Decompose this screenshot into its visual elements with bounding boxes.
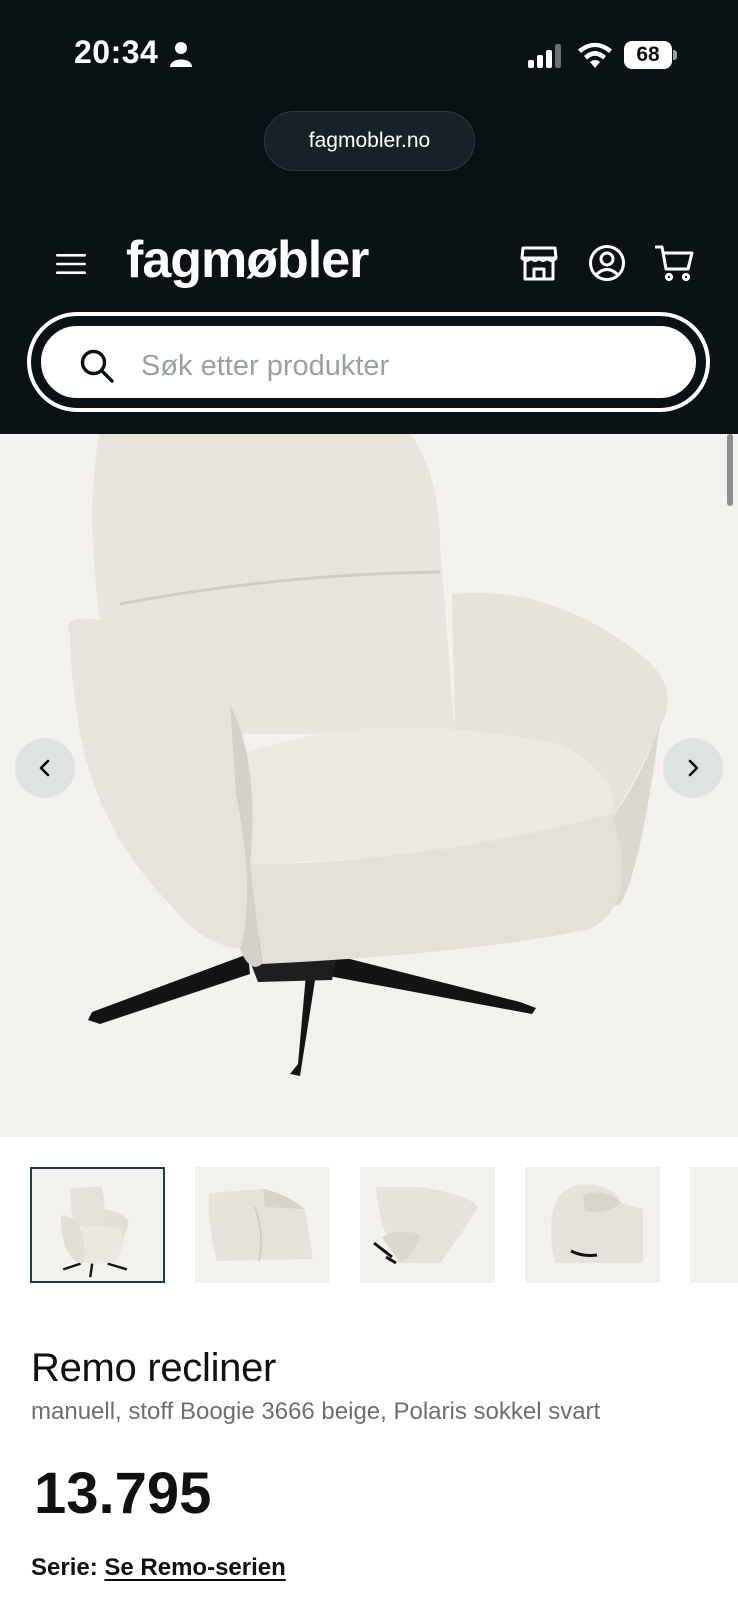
store-icon[interactable] [520,244,558,282]
site-logo[interactable]: fagmøbler [126,230,369,290]
browser-url-bar: fagmobler.no [0,100,738,210]
gallery-next-button[interactable] [663,738,723,798]
thumbnail-image [373,1187,478,1265]
cart-icon[interactable] [655,244,695,282]
thumbnail-image [551,1184,643,1263]
menu-icon[interactable] [56,252,86,276]
search-input[interactable] [141,340,661,392]
thumbnail-1[interactable] [30,1167,165,1283]
page-scrollbar[interactable] [727,434,733,506]
chevron-left-icon [39,759,50,777]
series-link[interactable]: Se Remo-serien [104,1554,285,1581]
product-gallery[interactable] [0,434,738,1137]
gallery-prev-button[interactable] [15,738,75,798]
search-box[interactable] [37,322,700,402]
wifi-icon [578,42,612,68]
thumbnail-2[interactable] [195,1167,330,1283]
product-variant: manuell, stoff Boogie 3666 beige, Polari… [31,1398,601,1425]
thumbnail-image [208,1189,313,1262]
thumbnail-4[interactable] [525,1167,660,1283]
account-icon[interactable] [588,244,626,282]
product-image [68,434,668,1076]
status-bar: 20:34 68 [0,0,738,100]
product-title: Remo recliner [31,1346,277,1390]
search-icon [80,349,114,383]
search-outline [27,312,710,412]
signal-icon [528,44,561,68]
product-price: 13.795 [34,1461,212,1526]
battery-cap [673,50,677,60]
thumbnail-strip [0,1167,738,1283]
battery-level: 68 [624,41,672,69]
series-label: Serie: [31,1554,98,1581]
thumbnail-3[interactable] [360,1167,495,1283]
thumbnail-image [60,1186,129,1278]
chevron-right-icon [688,759,699,777]
battery-icon: 68 [624,41,677,69]
url-pill[interactable]: fagmobler.no [264,111,475,171]
person-icon [170,42,192,67]
status-time: 20:34 [74,34,159,70]
thumbnail-5[interactable] [690,1167,738,1283]
site-header: fagmøbler [0,210,738,434]
series-line: Serie: Se Remo-serien [31,1554,286,1582]
